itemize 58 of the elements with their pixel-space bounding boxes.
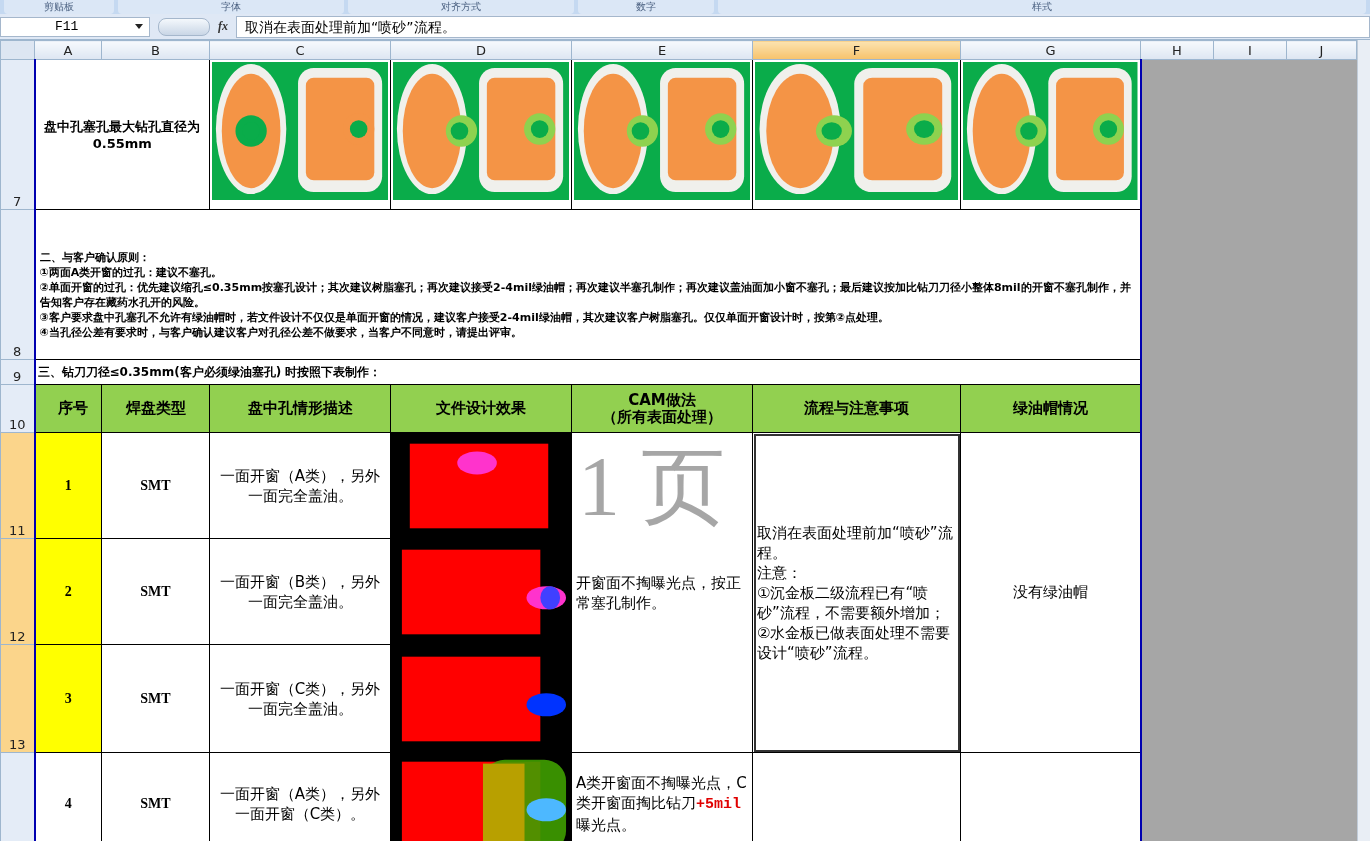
- name-box[interactable]: F11: [0, 16, 150, 37]
- row-header[interactable]: 13: [0, 644, 35, 753]
- table-cell: 3: [34, 644, 102, 753]
- table-cell: 4: [34, 752, 102, 841]
- page-number-watermark: 1 页: [578, 439, 725, 535]
- column-header[interactable]: H: [1140, 40, 1214, 60]
- ribbon-group-label: 剪贴板: [4, 0, 114, 14]
- table-cell: 一面开窗（B类），另外一面完全盖油。: [209, 538, 391, 645]
- table-header-cell: CAM做法（所有表面处理）: [571, 384, 753, 433]
- row-header[interactable]: 7: [0, 59, 35, 210]
- column-header[interactable]: F: [752, 40, 961, 60]
- function-button[interactable]: fx: [210, 19, 236, 34]
- ribbon-group-label: 样式: [718, 0, 1366, 14]
- formula-field[interactable]: 取消在表面处理前加“喷砂”流程。: [236, 15, 1370, 38]
- splitter-handle-icon[interactable]: [158, 17, 210, 36]
- row-header[interactable]: 11: [0, 432, 35, 539]
- row-header[interactable]: 10: [0, 384, 35, 433]
- cell-text: ④当孔径公差有要求时，与客户确认建议客户对孔径公差不做要求，当客户不同意时，请提出评审。: [39, 324, 523, 340]
- column-header[interactable]: G: [960, 40, 1141, 60]
- table-header-cell: 盘中孔情形描述: [209, 384, 391, 433]
- table-cell: SMT: [101, 538, 210, 645]
- table-cell: 一面开窗（A类），另外一面完全盖油。: [209, 432, 391, 539]
- table-header-cell: 焊盘类型: [101, 384, 210, 433]
- selected-cell[interactable]: 取消在表面处理前加“喷砂”流程。 注意： ①沉金板二级流程已有“喷砂”流程，不需要额外增加； ②水金板已做表面处理不需要设计“喷砂”流程。: [752, 432, 961, 753]
- ribbon-group-label: 数字: [578, 0, 714, 14]
- cell-text: ②单面开窗的过孔：优先建议缩孔≤0.35mm按塞孔设计；其次建议树脂塞孔；再次建议接受2-4mil绿油帽；再次建议半塞孔制作；再次建议盖油面加小窗不塞孔；最后建议按加比钻刀刀径小整体8mil的开窗不塞孔制作，并告知客户存在藏药水孔开的风险。: [39, 279, 1132, 310]
- cell-text: ③客户要求盘中孔塞孔不允许有绿油帽时，若文件设计不仅仅是单面开窗的情况，建议客户接受2-4mil绿油帽，其次建议客户树脂塞孔。仅仅单面开窗设计时，按第②点处理。: [39, 309, 890, 325]
- table-cell: 2: [34, 538, 102, 645]
- cell-text: ①两面A类开窗的过孔：建议不塞孔。: [39, 264, 224, 280]
- vertical-scrollbar[interactable]: [1357, 40, 1370, 841]
- table-header-cell: 序号: [34, 384, 102, 433]
- dropdown-arrow-icon[interactable]: [135, 24, 143, 29]
- row-header[interactable]: 9: [0, 359, 35, 385]
- table-cell: 一面开窗（C类），另外一面完全盖油。: [209, 644, 391, 753]
- table-header-cell: 文件设计效果: [390, 384, 572, 433]
- cell-text: 取消在表面处理前加“喷砂”流程。: [757, 522, 954, 563]
- table-cell: SMT: [101, 644, 210, 753]
- column-header[interactable]: I: [1213, 40, 1287, 60]
- cell-text: ①沉金板二级流程已有“喷砂”流程，不需要额外增加；: [757, 582, 946, 623]
- cell-text: ②水金板已做表面处理不需要设计“喷砂”流程。: [757, 622, 952, 663]
- cell-text: 二、与客户确认原则：: [39, 249, 151, 265]
- column-header[interactable]: D: [390, 40, 572, 60]
- select-all-corner[interactable]: [0, 40, 35, 60]
- cell-text: 注意：: [757, 562, 803, 583]
- row-header[interactable]: 8: [0, 209, 35, 360]
- table-cell: SMT: [101, 432, 210, 539]
- column-header[interactable]: C: [209, 40, 391, 60]
- table-header-cell: 绿油帽情况: [960, 384, 1141, 433]
- cell-text: 盘中孔塞孔最大钻孔直径为0.55mm: [34, 59, 210, 210]
- column-header[interactable]: A: [34, 40, 102, 60]
- column-header[interactable]: J: [1286, 40, 1357, 60]
- column-header[interactable]: E: [571, 40, 753, 60]
- table-header-cell: 流程与注意事项: [752, 384, 961, 433]
- row-header[interactable]: 12: [0, 538, 35, 645]
- ribbon-group-label: 对齐方式: [348, 0, 574, 14]
- table-cell: 1: [34, 432, 102, 539]
- ribbon-group-label: 字体: [118, 0, 344, 14]
- column-header[interactable]: B: [101, 40, 210, 60]
